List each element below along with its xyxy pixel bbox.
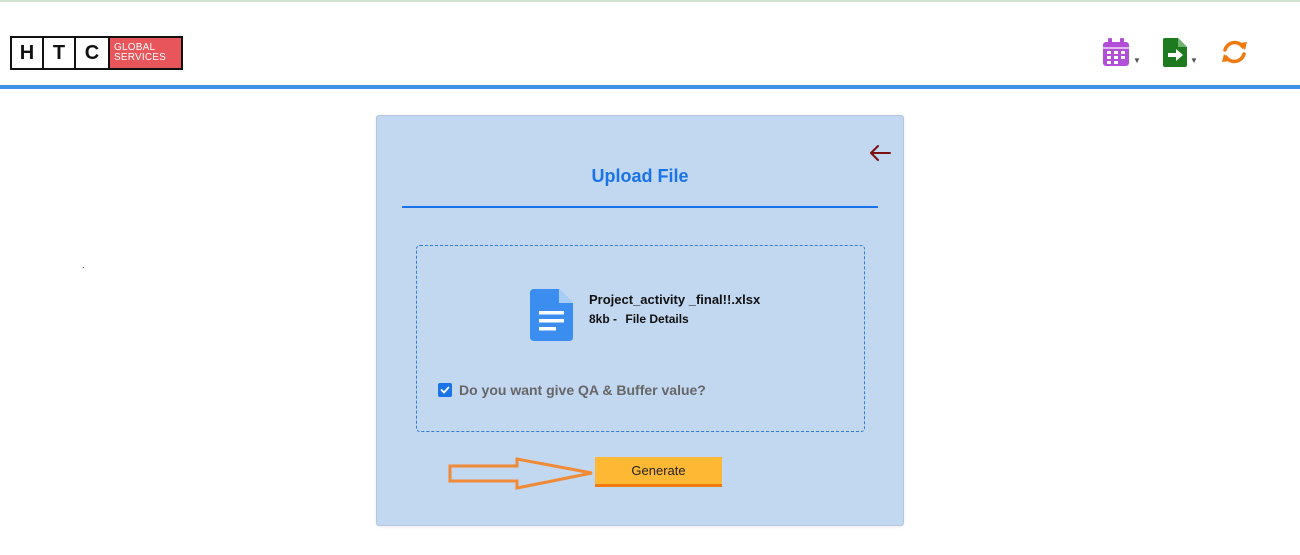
pointer-arrow-icon (448, 457, 593, 490)
header-divider (0, 85, 1300, 89)
back-arrow-icon[interactable] (868, 143, 892, 163)
document-icon (530, 289, 573, 341)
file-dropzone[interactable] (416, 245, 865, 432)
stray-dot (83, 267, 84, 268)
calendar-menu-button[interactable]: ▼ (1102, 38, 1141, 67)
file-name: Project_activity _final!!.xlsx (589, 292, 761, 307)
generate-button[interactable]: Generate (595, 457, 722, 487)
logo-letter-t: T (44, 38, 76, 68)
title-divider (402, 206, 878, 208)
logo-tagline: GLOBAL SERVICES (110, 36, 183, 70)
calendar-icon (1103, 38, 1129, 66)
qa-buffer-checkbox[interactable] (438, 383, 452, 397)
refresh-icon (1222, 40, 1247, 64)
checkmark-icon (440, 386, 450, 394)
export-menu-button[interactable]: ▼ (1163, 38, 1198, 67)
logo-letter-h: H (12, 38, 44, 68)
file-size: 8kb - (589, 312, 618, 326)
file-export-icon (1163, 38, 1187, 67)
logo-letters: H T C (10, 36, 110, 70)
htc-logo[interactable]: H T C GLOBAL SERVICES (10, 36, 183, 70)
logo-letter-c: C (84, 41, 100, 64)
chevron-down-icon: ▼ (1190, 56, 1198, 65)
refresh-button[interactable] (1221, 40, 1248, 64)
qa-buffer-label[interactable]: Do you want give QA & Buffer value? (459, 382, 706, 398)
file-meta: 8kb - File Details (589, 312, 689, 326)
chevron-down-icon: ▼ (1133, 56, 1141, 65)
logo-tagline-line2: SERVICES (114, 52, 166, 63)
file-details-link[interactable]: File Details (625, 312, 688, 326)
upload-title: Upload File (591, 166, 689, 186)
